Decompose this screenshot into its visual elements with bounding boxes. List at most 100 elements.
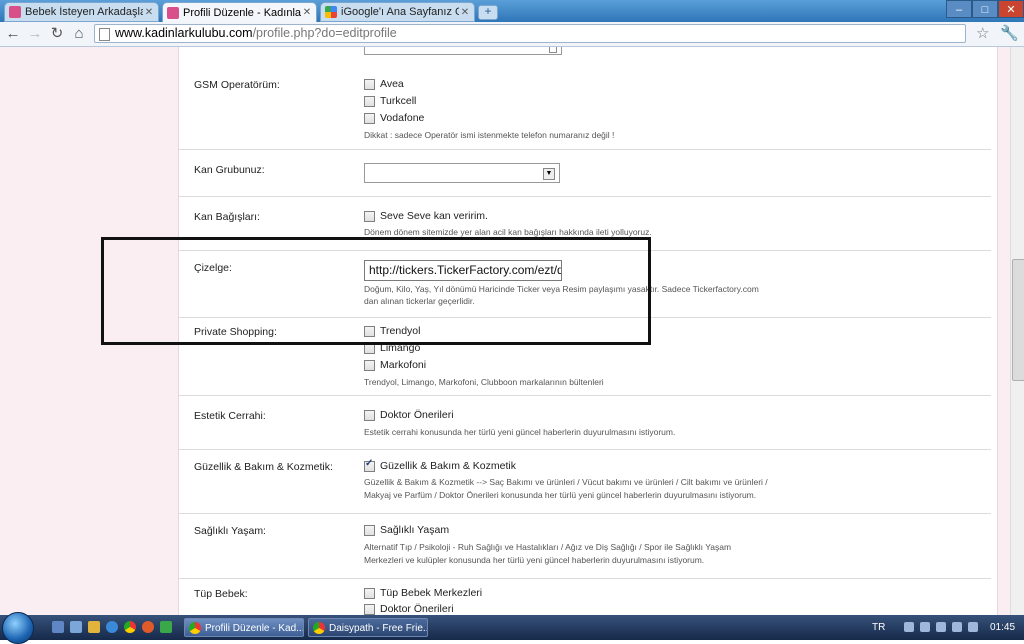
aesthetic-surgery-hint: Estetik cerrahi konusunda her türlü yeni… — [364, 427, 676, 437]
tab-close-icon[interactable]: ✕ — [143, 7, 155, 18]
network-icon[interactable] — [936, 622, 946, 632]
messenger-icon[interactable] — [160, 621, 172, 633]
option-label: Seve Seve kan veririm. — [380, 210, 488, 222]
internet-explorer-icon[interactable] — [106, 621, 118, 633]
checkbox-turkcell[interactable]: Turkcell — [364, 95, 416, 107]
beauty-label: Güzellik & Bakım & Kozmetik: — [194, 461, 333, 473]
checkbox-beauty[interactable]: Güzellik & Bakım & Kozmetik — [364, 458, 516, 472]
chrome-icon[interactable] — [124, 621, 136, 633]
bookmark-star-icon[interactable]: ☆ — [976, 24, 989, 42]
google-favicon-icon — [325, 6, 337, 18]
checkbox-avea[interactable]: Avea — [364, 78, 404, 90]
checkbox-box[interactable] — [364, 78, 375, 90]
url-host: www.kadinlarkulubu.com — [115, 26, 253, 40]
checkbox-box[interactable] — [364, 112, 375, 124]
ivf-row: Tüp Bebek: Tüp Bebek Merkezleri Doktor Ö… — [179, 579, 991, 615]
checkbox-blood-donation[interactable]: Seve Seve kan veririm. — [364, 210, 488, 222]
url-path: /profile.php?do=editprofile — [252, 26, 397, 40]
start-button-icon[interactable] — [2, 612, 34, 644]
minimize-button[interactable]: – — [946, 0, 972, 18]
aesthetic-surgery-row: Estetik Cerrahi: Doktor Önerileri Esteti… — [179, 396, 991, 450]
explorer-icon[interactable] — [70, 621, 82, 633]
tab-close-icon[interactable]: ✕ — [301, 7, 313, 18]
forward-arrow-icon[interactable]: → — [26, 25, 44, 43]
blood-group-row: Kan Grubunuz: ▼ — [179, 150, 991, 197]
option-label: Doktor Önerileri — [380, 603, 454, 615]
tray-icon[interactable] — [904, 622, 914, 632]
healthy-living-hint-1: Alternatif Tıp / Psikoloji - Ruh Sağlığı… — [364, 542, 732, 552]
gsm-row: GSM Operatörüm: Avea Turkcell Vodafone D… — [179, 65, 991, 150]
blood-donation-label: Kan Bağışları: — [194, 211, 260, 223]
volume-icon[interactable] — [968, 622, 978, 632]
media-player-icon[interactable] — [142, 621, 154, 633]
gsm-hint: Dikkat : sadece Operatör ismi istenmekte… — [364, 130, 615, 140]
healthy-living-hint-2: Merkezleri ve kulüpler konusunda her tür… — [364, 555, 705, 565]
page-icon — [99, 28, 110, 41]
taskbar-item-profile[interactable]: Profili Düzenle - Kad... — [184, 618, 304, 637]
back-arrow-icon[interactable]: ← — [4, 25, 22, 43]
tab-title: Profili Düzenle - Kadınlar K — [183, 6, 301, 19]
checkbox-healthy-living[interactable]: Sağlıklı Yaşam — [364, 524, 449, 536]
ivf-label: Tüp Bebek: — [194, 588, 248, 600]
checkbox-box[interactable] — [364, 210, 375, 222]
browser-toolbar: ← → ↻ ⌂ www.kadinlarkulubu.com/profile.p… — [0, 22, 1024, 47]
checkbox-box[interactable] — [364, 359, 375, 371]
gsm-label: GSM Operatörüm: — [194, 79, 280, 91]
healthy-living-label: Sağlıklı Yaşam: — [194, 525, 266, 537]
home-icon[interactable]: ⌂ — [70, 25, 88, 43]
scrollbar-thumb[interactable] — [1012, 259, 1024, 381]
site-favicon-icon — [167, 6, 179, 19]
option-label: Turkcell — [380, 95, 417, 107]
address-bar[interactable]: www.kadinlarkulubu.com/profile.php?do=ed… — [94, 24, 966, 43]
beauty-hint-1: Güzellik & Bakım & Kozmetik --> Saç Bakı… — [364, 477, 768, 487]
tab-title: iGoogle'ı Ana Sayfanız Ola — [341, 6, 459, 18]
blood-group-select[interactable]: ▼ — [364, 163, 560, 183]
reload-icon[interactable]: ↻ — [48, 25, 66, 43]
healthy-living-row: Sağlıklı Yaşam: Sağlıklı Yaşam Alternati… — [179, 514, 991, 579]
option-label: Güzellik & Bakım & Kozmetik — [380, 460, 516, 472]
beauty-row: Güzellik & Bakım & Kozmetik: Güzellik & … — [179, 450, 991, 514]
site-favicon-icon — [9, 6, 21, 18]
tab-igoogle[interactable]: iGoogle'ı Ana Sayfanız Ola ✕ — [320, 2, 475, 22]
annotation-rectangle — [101, 237, 651, 345]
option-label: Sağlıklı Yaşam — [380, 524, 450, 536]
checkbox-vodafone[interactable]: Vodafone — [364, 112, 424, 124]
private-shopping-hint: Trendyol, Limango, Markofoni, Clubboon m… — [364, 377, 604, 387]
dropdown-arrow-icon[interactable]: ▼ — [543, 168, 555, 180]
previous-field-box — [364, 47, 562, 55]
tab-bebek[interactable]: Bebek İsteyen Arkadaşların ✕ — [4, 2, 159, 22]
checkbox-box[interactable] — [364, 524, 375, 536]
language-indicator[interactable]: TR — [872, 615, 885, 640]
checkbox-box-checked[interactable] — [364, 458, 375, 472]
option-label: Avea — [380, 78, 404, 90]
tab-profile[interactable]: Profili Düzenle - Kadınlar K ✕ — [162, 2, 317, 23]
close-button[interactable]: ✕ — [998, 0, 1024, 18]
checkbox-ivf-centers[interactable]: Tüp Bebek Merkezleri — [364, 587, 482, 599]
checkbox-markofoni[interactable]: Markofoni — [364, 359, 426, 371]
checkbox-box[interactable] — [364, 95, 375, 107]
tab-close-icon[interactable]: ✕ — [459, 7, 471, 18]
clock[interactable]: 01:45 — [990, 615, 1015, 640]
new-tab-button[interactable]: + — [478, 5, 498, 20]
tray-icon[interactable] — [920, 622, 930, 632]
task-label: Daisypath - Free Frie... — [329, 623, 428, 634]
maximize-button[interactable]: □ — [972, 0, 998, 18]
tray-icon[interactable] — [952, 622, 962, 632]
vertical-scrollbar[interactable] — [1010, 47, 1024, 615]
checkbox-doctor-advice[interactable]: Doktor Önerileri — [364, 409, 454, 421]
blood-group-label: Kan Grubunuz: — [194, 164, 265, 176]
browser-titlebar: Bebek İsteyen Arkadaşların ✕ Profili Düz… — [0, 0, 1024, 23]
chrome-icon — [313, 622, 325, 634]
show-desktop-icon[interactable] — [52, 621, 64, 633]
wrench-menu-icon[interactable]: 🔧 — [1000, 24, 1019, 42]
checkbox-box[interactable] — [364, 409, 375, 421]
folder-icon[interactable] — [88, 621, 100, 633]
option-label: Tüp Bebek Merkezleri — [380, 587, 483, 599]
checkbox-box[interactable] — [364, 587, 375, 599]
checkbox-ivf-doctor-advice[interactable]: Doktor Önerileri — [364, 603, 454, 615]
checkbox-box[interactable] — [364, 603, 375, 615]
option-label: Vodafone — [380, 112, 425, 124]
task-label: Profili Düzenle - Kad... — [205, 623, 304, 634]
option-label: Markofoni — [380, 359, 427, 371]
taskbar-item-daisypath[interactable]: Daisypath - Free Frie... — [308, 618, 428, 637]
